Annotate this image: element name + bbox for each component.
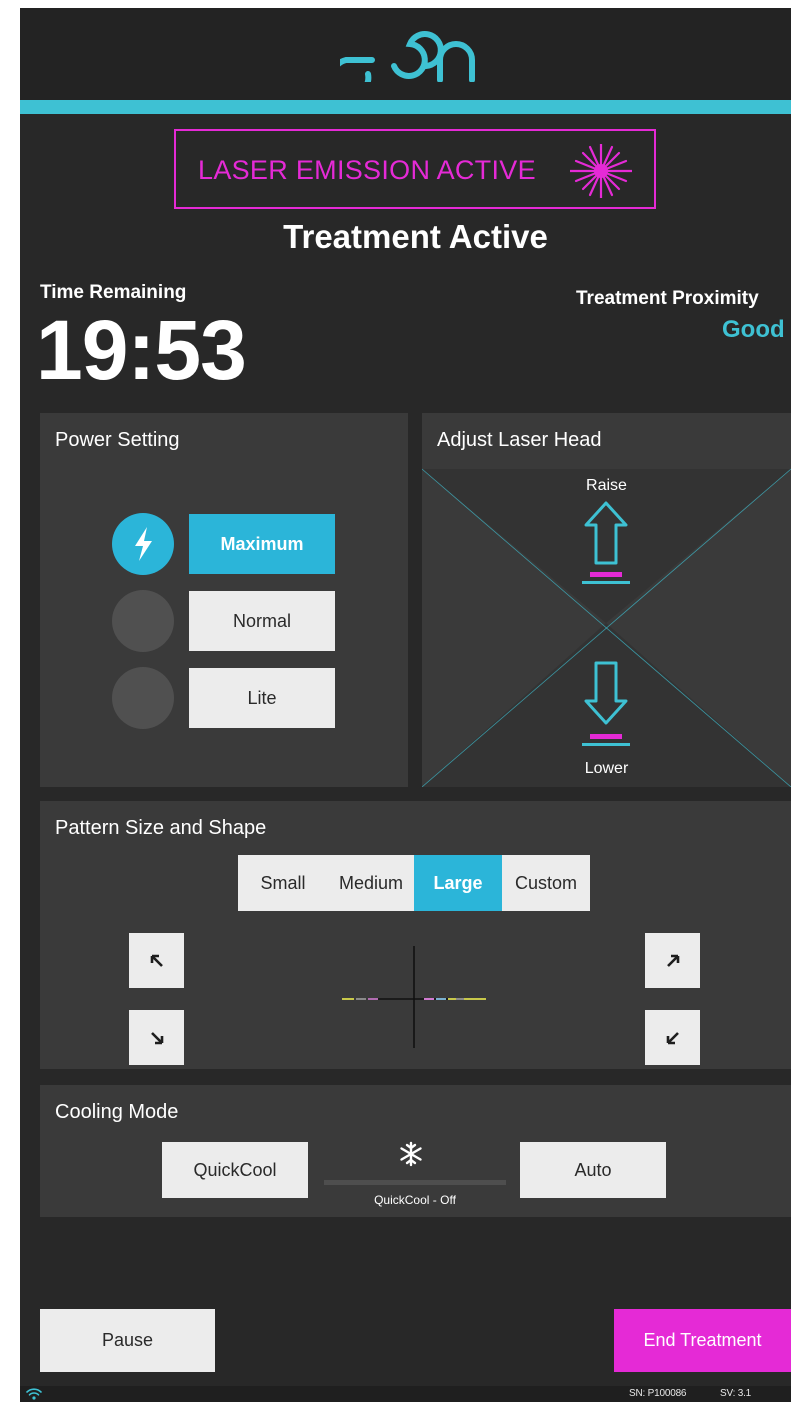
adjust-laser-head-title: Adjust Laser Head: [437, 429, 602, 451]
adjust-laser-head-panel: Adjust Laser Head Raise Lower: [422, 413, 791, 787]
raise-label: Raise: [586, 477, 627, 494]
power-lite-button[interactable]: Lite: [189, 668, 335, 728]
pattern-preview-crosshair: [342, 946, 486, 1048]
shape-up-right-button[interactable]: [645, 933, 700, 988]
arrow-up-right-icon: [666, 954, 679, 967]
treatment-proximity-value: Good: [722, 316, 785, 343]
app-header: [20, 8, 791, 100]
pause-button[interactable]: Pause: [40, 1309, 215, 1372]
arrow-down-right-icon: [150, 1031, 163, 1044]
eon-logo: [340, 31, 475, 82]
power-indicator-normal: [112, 590, 174, 652]
end-treatment-button[interactable]: End Treatment: [614, 1309, 791, 1372]
wifi-icon: [26, 1388, 42, 1400]
auto-cooling-button[interactable]: Auto: [520, 1142, 666, 1198]
power-indicator-lite: [112, 667, 174, 729]
power-setting-title: Power Setting: [55, 429, 180, 451]
quickcool-status-label: QuickCool - Off: [374, 1193, 456, 1207]
raise-bar-cyan: [582, 581, 630, 584]
pattern-size-panel: Pattern Size and Shape Small Medium Larg…: [40, 801, 791, 1069]
time-remaining-value: 19:53: [36, 303, 247, 397]
power-setting-panel: Power Setting Maximum Normal Lite: [40, 413, 408, 787]
laser-burst-icon: [570, 144, 632, 198]
arrow-up-left-icon: [150, 954, 163, 967]
laser-emission-label: LASER EMISSION ACTIVE: [198, 155, 536, 185]
laser-emission-banner: LASER EMISSION ACTIVE: [174, 129, 656, 209]
pattern-custom-tab[interactable]: Custom: [502, 855, 590, 911]
power-indicator-maximum: [112, 513, 174, 575]
pattern-large-tab[interactable]: Large: [414, 855, 502, 911]
treatment-proximity-label: Treatment Proximity: [576, 288, 759, 309]
lower-bar-cyan: [582, 743, 630, 746]
snowflake-icon: [400, 1141, 422, 1167]
lower-label: Lower: [584, 760, 629, 777]
quickcool-progress-track: [324, 1180, 506, 1185]
system-status-bar: SN: P100086 SV: 3.1: [20, 1386, 791, 1402]
cooling-mode-panel: Cooling Mode QuickCool QuickCool - Off A…: [40, 1085, 791, 1217]
cooling-mode-title: Cooling Mode: [55, 1101, 179, 1123]
pattern-small-tab[interactable]: Small: [238, 855, 328, 911]
time-remaining-label: Time Remaining: [40, 282, 187, 303]
laser-head-diagram: [422, 468, 791, 787]
arrow-down-left-icon: [666, 1031, 679, 1044]
software-version-label: SV: 3.1: [720, 1388, 752, 1399]
pattern-size-title: Pattern Size and Shape: [55, 817, 267, 839]
power-maximum-button[interactable]: Maximum: [189, 514, 335, 574]
shape-up-left-button[interactable]: [129, 933, 184, 988]
power-normal-button[interactable]: Normal: [189, 591, 335, 651]
pattern-medium-tab[interactable]: Medium: [328, 855, 414, 911]
treatment-screen: LASER EMISSION ACTIVE Treatment Active T…: [20, 8, 791, 1402]
raise-bar-magenta: [590, 572, 622, 577]
lightning-icon: [135, 527, 152, 561]
header-accent-bar: [20, 100, 791, 114]
shape-down-right-button[interactable]: [129, 1010, 184, 1065]
pattern-size-tabs: Small Medium Large Custom: [238, 855, 590, 911]
serial-number-label: SN: P100086: [629, 1388, 687, 1399]
quickcool-button[interactable]: QuickCool: [162, 1142, 308, 1198]
treatment-status-title: Treatment Active: [283, 218, 548, 255]
lower-bar-magenta: [590, 734, 622, 739]
shape-down-left-button[interactable]: [645, 1010, 700, 1065]
